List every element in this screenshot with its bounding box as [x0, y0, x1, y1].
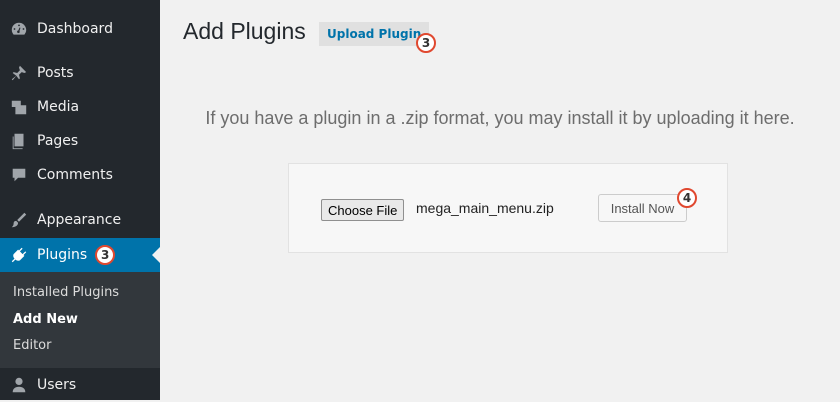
- upload-form: Choose File mega_main_menu.zip Install N…: [288, 163, 728, 253]
- sidebar-item-label: Plugins: [37, 247, 88, 263]
- sidebar-item-plugins[interactable]: Plugins 3: [0, 238, 160, 272]
- plug-icon: [9, 245, 29, 265]
- sidebar-item-label: Appearance: [37, 212, 122, 228]
- sidebar-item-label: Media: [37, 99, 80, 115]
- sidebar-item-label: Pages: [37, 133, 79, 149]
- sidebar-item-dashboard[interactable]: Dashboard: [0, 12, 160, 46]
- comment-icon: [9, 165, 29, 185]
- upload-plugin-button[interactable]: Upload Plugin: [319, 22, 430, 46]
- sidebar-item-label: Comments: [37, 167, 113, 183]
- page-title: Add Plugins: [183, 18, 306, 44]
- sidebar-item-pages[interactable]: Pages: [0, 124, 160, 158]
- sidebar-item-label: Dashboard: [37, 21, 113, 37]
- install-now-button[interactable]: Install Now: [598, 194, 687, 222]
- sidebar-item-comments[interactable]: Comments: [0, 158, 160, 192]
- dashboard-icon: [9, 19, 29, 39]
- submenu-installed-plugins[interactable]: Installed Plugins: [13, 285, 119, 300]
- pin-icon: [9, 63, 29, 83]
- pages-icon: [9, 131, 29, 151]
- active-indicator-arrow: [152, 247, 160, 263]
- media-icon: [9, 97, 29, 117]
- sidebar-item-media[interactable]: Media: [0, 90, 160, 124]
- sidebar-item-label: Users: [37, 377, 77, 393]
- admin-sidebar: Dashboard Posts Media Pages Comments App…: [0, 0, 160, 400]
- sidebar-item-label: Posts: [37, 65, 74, 81]
- upload-help-text: If you have a plugin in a .zip format, y…: [205, 108, 795, 128]
- sidebar-item-users[interactable]: Users: [0, 368, 160, 402]
- plugins-count-badge: 3: [95, 245, 116, 265]
- submenu-add-new[interactable]: Add New: [13, 312, 78, 327]
- plugins-submenu: Installed Plugins Add New Editor: [0, 272, 160, 368]
- selected-file-name: mega_main_menu.zip: [416, 200, 554, 216]
- step-badge-install: 4: [677, 188, 697, 208]
- brush-icon: [9, 210, 29, 230]
- sidebar-item-appearance[interactable]: Appearance: [0, 203, 160, 237]
- user-icon: [9, 375, 29, 395]
- sidebar-item-posts[interactable]: Posts: [0, 56, 160, 90]
- submenu-editor[interactable]: Editor: [13, 338, 51, 353]
- choose-file-button[interactable]: Choose File: [321, 199, 405, 221]
- step-badge-upload: 3: [416, 33, 436, 53]
